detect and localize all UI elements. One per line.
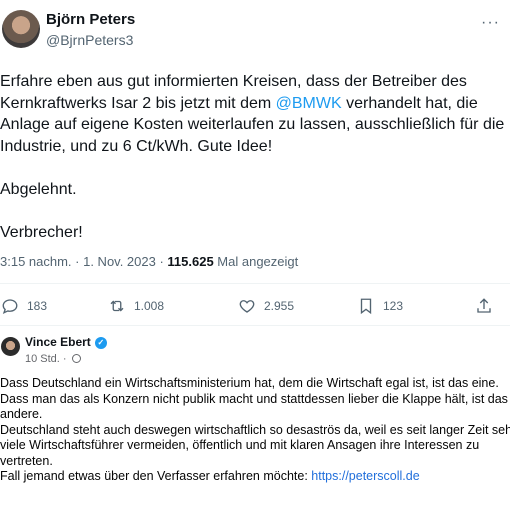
tweet-line: Abgelehnt. bbox=[0, 181, 77, 198]
comment-avatar[interactable] bbox=[1, 337, 20, 356]
comment-line: viele Wirtschaftsführer vermeiden, öffen… bbox=[0, 438, 480, 452]
action-bar: 183 1.008 2.955 123 bbox=[0, 295, 510, 317]
comment-text: Dass Deutschland ein Wirtschaftsminister… bbox=[0, 376, 510, 485]
comment-author-name[interactable]: Vince Ebert bbox=[25, 335, 91, 349]
author-name[interactable]: Björn Peters bbox=[46, 11, 135, 28]
bookmark-count: 123 bbox=[383, 299, 404, 313]
comment-line: Dass Deutschland ein Wirtschaftsminister… bbox=[0, 376, 499, 390]
comment-line: Fall jemand etwas über den Verfasser erf… bbox=[0, 469, 510, 485]
repost-icon bbox=[110, 300, 124, 312]
mention-link[interactable]: @BMWK bbox=[276, 95, 342, 112]
comment-line: Dass man das als Konzern nicht publik ma… bbox=[0, 391, 508, 406]
tweet-timestamp[interactable]: 3:15 nachm. · 1. Nov. 2023 · bbox=[0, 254, 167, 269]
comment-line-text: Fall jemand etwas über den Verfasser erf… bbox=[0, 469, 312, 483]
tweet-line: Verbrecher! bbox=[0, 224, 83, 241]
reply-button[interactable]: 183 bbox=[1, 295, 47, 317]
author-avatar[interactable] bbox=[2, 10, 40, 48]
tweet-meta: 3:15 nachm. · 1. Nov. 2023 · 115.625 Mal… bbox=[0, 254, 298, 269]
like-icon bbox=[239, 300, 255, 313]
comment-line: Deutschland steht auch deswegen wirtscha… bbox=[0, 422, 510, 437]
website-link[interactable]: https://peterscoll.de bbox=[311, 469, 419, 483]
tweet-line: Kernkraftwerks Isar 2 bis jetzt mit dem … bbox=[0, 93, 478, 115]
repost-button[interactable]: 1.008 bbox=[108, 295, 164, 317]
bookmark-icon bbox=[360, 298, 372, 315]
views-count: 115.625 bbox=[167, 254, 214, 269]
like-count: 2.955 bbox=[264, 299, 295, 313]
author-handle[interactable]: @BjrnPeters3 bbox=[46, 32, 133, 48]
globe-icon bbox=[71, 354, 81, 363]
comment-author[interactable]: Vince Ebert ✓ bbox=[25, 335, 107, 349]
more-options-icon[interactable]: ··· bbox=[481, 14, 500, 32]
tweet-line-text: verhandelt hat, die bbox=[341, 94, 478, 112]
comment-time: 10 Std. · bbox=[25, 353, 81, 365]
verified-badge-icon: ✓ bbox=[94, 336, 107, 349]
tweet-line-text: Kernkraftwerks Isar 2 bis jetzt mit dem bbox=[0, 94, 276, 112]
share-button[interactable] bbox=[475, 295, 493, 317]
tweet-line: Industrie, und zu 6 Ct/kWh. Gute Idee! bbox=[0, 137, 273, 155]
tweet-line: Anlage auf eigene Kosten weiterlaufen zu… bbox=[0, 116, 505, 133]
comment-line: andere. bbox=[0, 407, 43, 421]
reply-count: 183 bbox=[27, 299, 48, 313]
tweet-line: Erfahre eben aus gut informierten Kreise… bbox=[0, 73, 467, 90]
comment-line: vertreten. bbox=[0, 453, 53, 468]
divider bbox=[0, 283, 510, 284]
reply-icon bbox=[2, 299, 18, 315]
views-label: Mal angezeigt bbox=[213, 254, 299, 269]
divider bbox=[0, 325, 510, 326]
like-button[interactable]: 2.955 bbox=[238, 295, 294, 317]
share-icon bbox=[477, 298, 491, 313]
bookmark-button[interactable]: 123 bbox=[357, 295, 403, 317]
repost-count: 1.008 bbox=[134, 299, 165, 313]
comment-timestamp[interactable]: 10 Std. · bbox=[25, 353, 70, 365]
